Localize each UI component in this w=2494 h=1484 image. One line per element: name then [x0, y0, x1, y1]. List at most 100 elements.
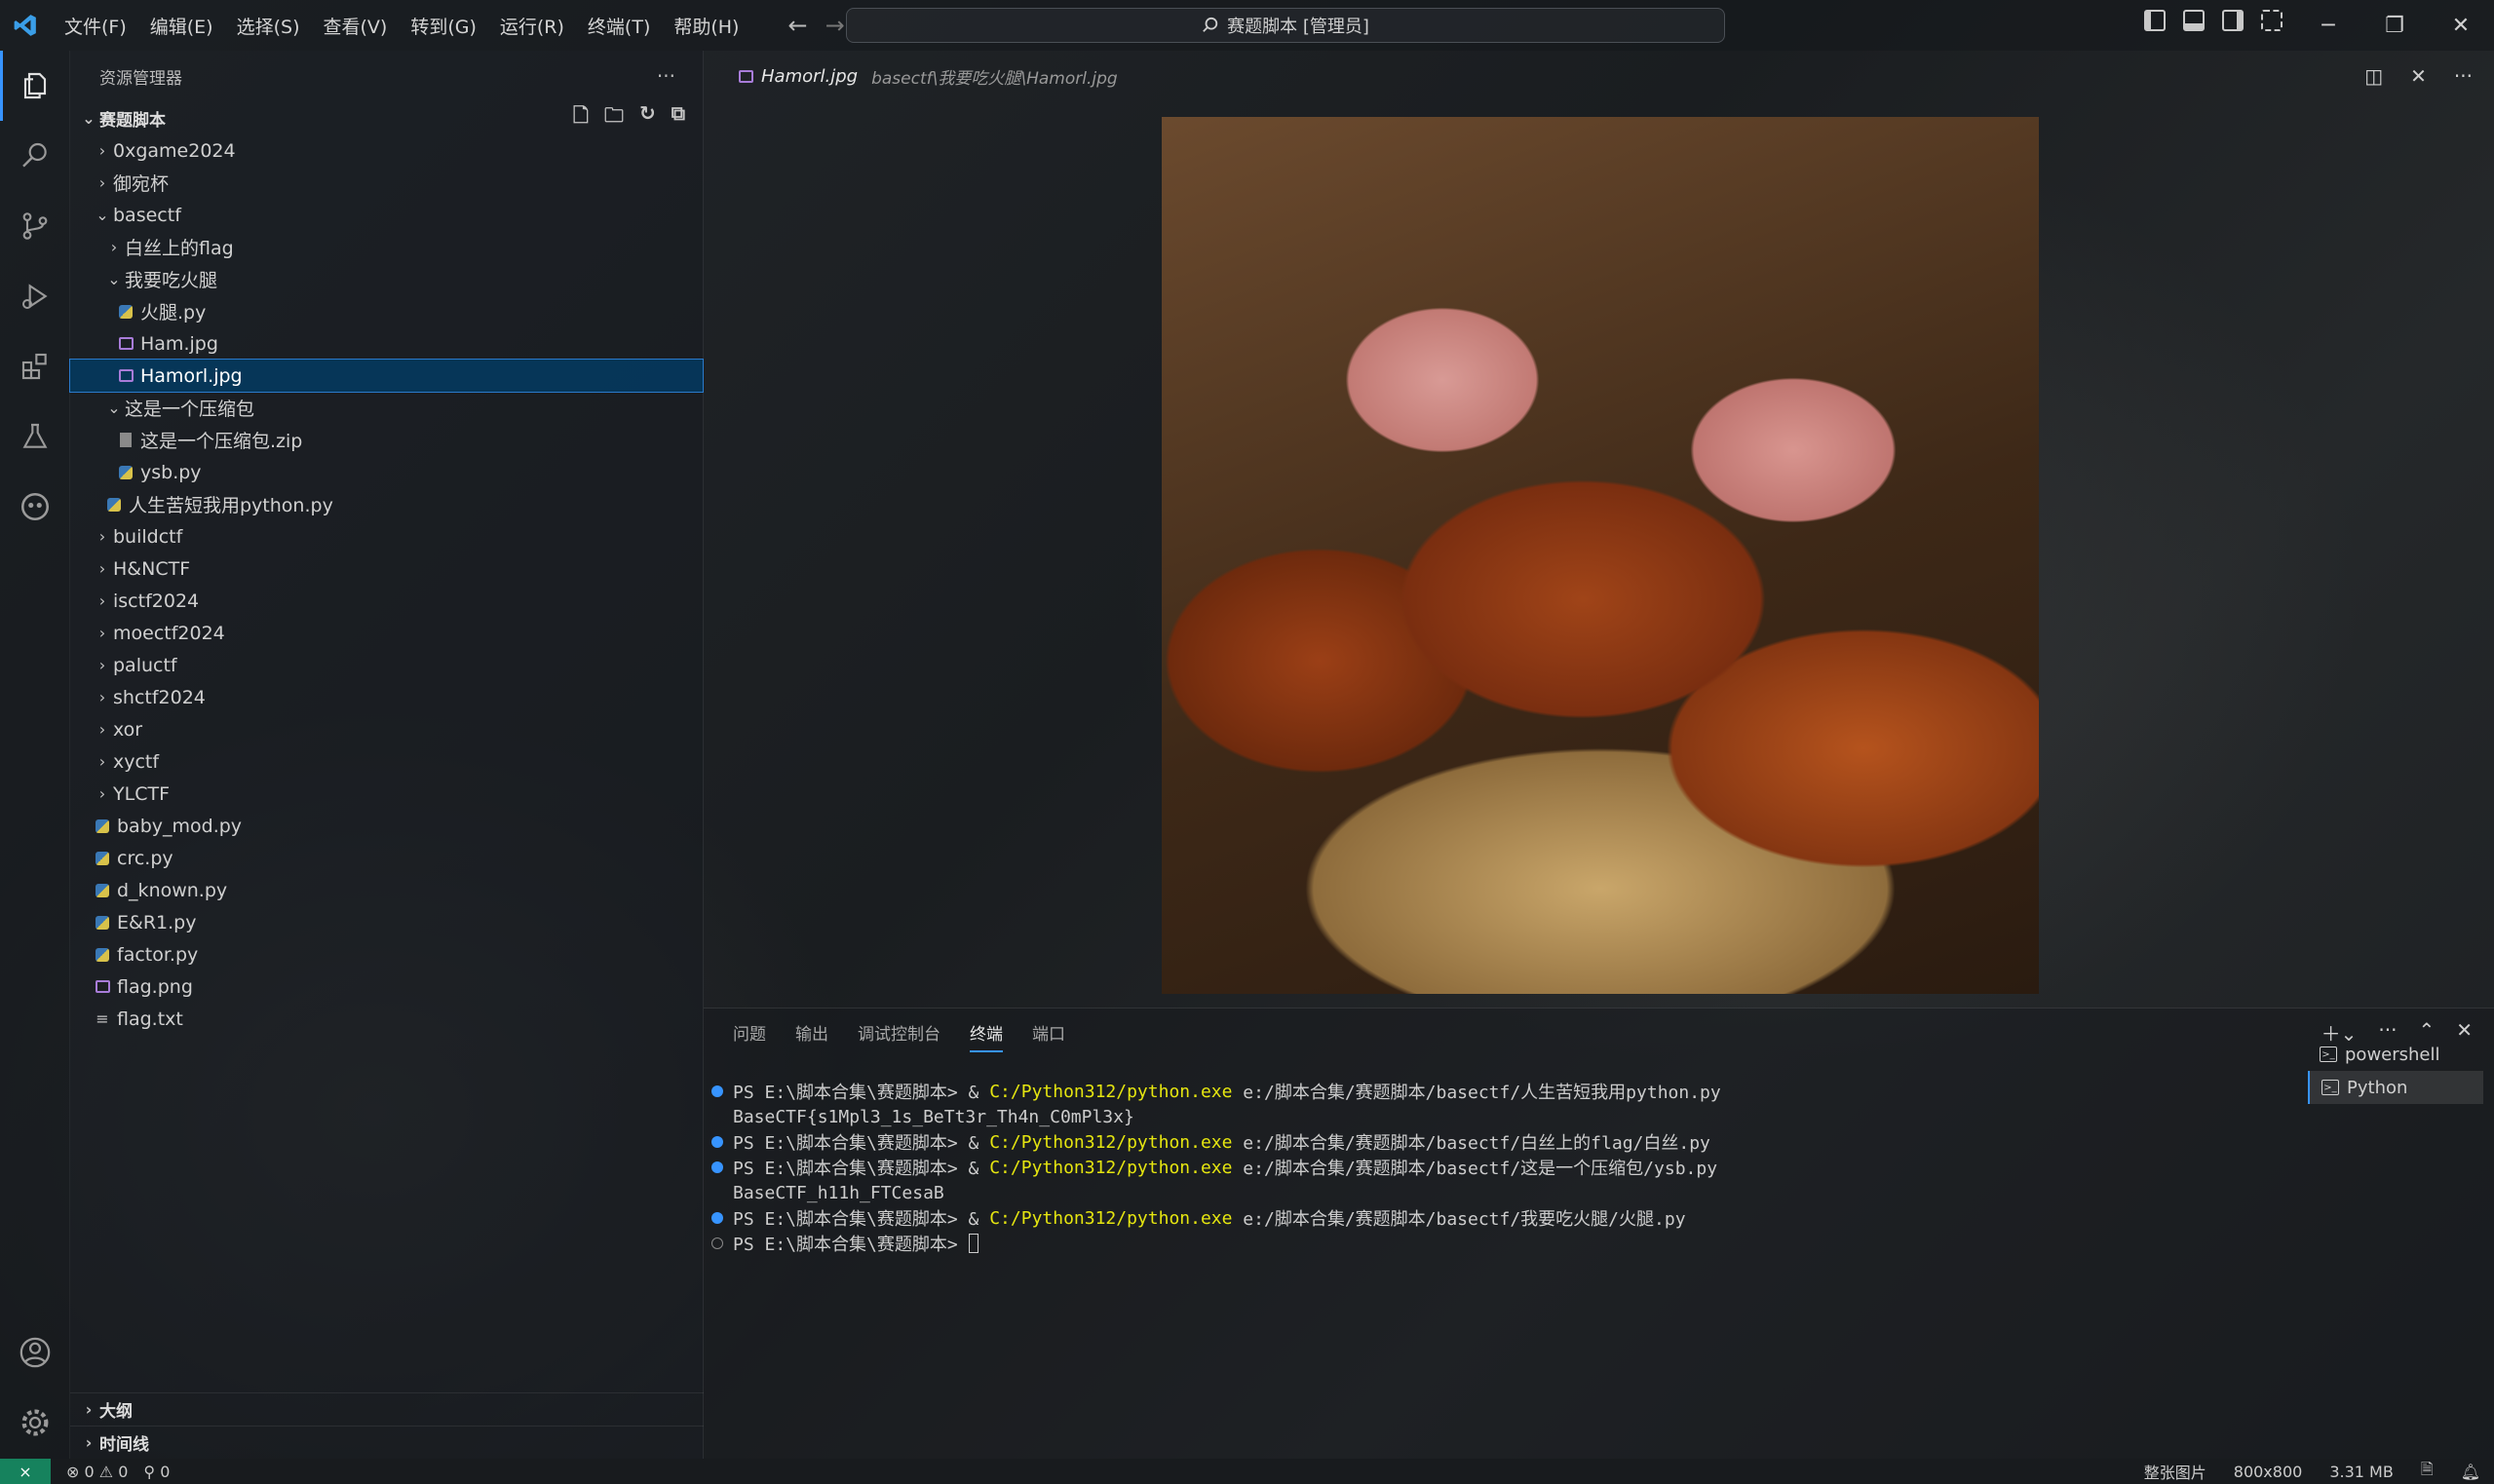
terminal-prompt: PS E:\脚本合集\赛题脚本> &	[733, 1133, 990, 1154]
tree-item[interactable]: › isctf2024	[70, 585, 703, 617]
tree-item-label: Ham.jpg	[140, 332, 218, 355]
menu-item-2[interactable]: 选择(S)	[227, 7, 310, 45]
close-window-icon[interactable]: ✕	[2428, 0, 2494, 51]
tree-item[interactable]: › paluctf	[70, 649, 703, 681]
tree-item[interactable]: › 白丝上的flag	[70, 231, 703, 263]
image-view-mode[interactable]: 整张图片	[2144, 1460, 2206, 1483]
tree-item[interactable]: › 御宛杯	[70, 167, 703, 199]
new-folder-icon[interactable]: 🗀	[604, 101, 624, 134]
tree-item[interactable]: ⌄ 这是一个压缩包	[70, 392, 703, 424]
minimize-icon[interactable]: ─	[2295, 0, 2361, 51]
command-center[interactable]: 赛题脚本 [管理员]	[846, 8, 1725, 43]
explorer-icon[interactable]	[0, 51, 70, 121]
menu-item-5[interactable]: 运行(R)	[490, 7, 574, 45]
back-arrow-icon[interactable]: ←	[787, 12, 807, 39]
remote-indicator-icon[interactable]: ⨯	[0, 1459, 51, 1484]
tree-item[interactable]: › xyctf	[70, 745, 703, 778]
explorer-sidebar: 资源管理器 ··· ⌄ 赛题脚本 🗋 🗀 ↻ ⧉ › 0xgame2024 › 御宛杯…	[69, 51, 704, 1459]
forward-arrow-icon[interactable]: →	[825, 12, 845, 39]
problems-status[interactable]: ⊗ 0 ⚠ 0	[66, 1463, 128, 1481]
menu-item-7[interactable]: 帮助(H)	[664, 7, 748, 45]
panel-tabs: 问题 输出 调试控制台 终端 端口	[733, 1020, 1065, 1052]
settings-gear-icon[interactable]	[0, 1388, 70, 1458]
tree-item[interactable]: › buildctf	[70, 520, 703, 552]
tree-item[interactable]: flag.png	[70, 970, 703, 1003]
chevron-right-icon: ›	[98, 688, 106, 706]
editor-tab-filename[interactable]: Hamorl.jpg	[761, 66, 858, 87]
menu-item-4[interactable]: 转到(G)	[401, 7, 486, 45]
tree-item[interactable]: factor.py	[70, 938, 703, 970]
panel-tab-3[interactable]: 终端	[970, 1020, 1003, 1052]
command-status-dot[interactable]	[711, 1212, 723, 1224]
search-activity-icon[interactable]	[0, 121, 70, 191]
menu-item-6[interactable]: 终端(T)	[578, 7, 660, 45]
tree-item[interactable]: ysb.py	[70, 456, 703, 488]
tree-item[interactable]: ⌄ 我要吃火腿	[70, 263, 703, 295]
testing-flask-icon[interactable]	[0, 401, 70, 472]
refresh-icon[interactable]: ↻	[639, 101, 656, 134]
restore-icon[interactable]: ❐	[2361, 0, 2428, 51]
tree-item[interactable]: baby_mod.py	[70, 810, 703, 842]
nav-arrows: ← →	[787, 12, 844, 39]
tree-item[interactable]: Hamorl.jpg	[69, 359, 704, 393]
close-editor-icon[interactable]: ✕	[2410, 64, 2427, 88]
tree-item[interactable]: d_known.py	[70, 874, 703, 906]
tree-item[interactable]: 火腿.py	[70, 295, 703, 327]
ports-status[interactable]: ⚲ 0	[143, 1463, 170, 1481]
workspace-section-header[interactable]: ⌄ 赛题脚本 🗋 🗀 ↻ ⧉	[70, 101, 703, 134]
panel-tab-2[interactable]: 调试控制台	[858, 1020, 940, 1052]
command-status-dot[interactable]	[711, 1085, 723, 1097]
menu-item-1[interactable]: 编辑(E)	[140, 7, 223, 45]
tree-item[interactable]: ≡ flag.txt	[70, 1003, 703, 1035]
outline-section[interactable]: › 大纲	[70, 1392, 704, 1426]
tree-item[interactable]: E&R1.py	[70, 906, 703, 938]
terminal-line: BaseCTF{s1Mpl3_1s_BeTt3r_Th4n_C0mPl3x}	[711, 1104, 2203, 1129]
panel-tab-0[interactable]: 问题	[733, 1020, 766, 1052]
menu-item-0[interactable]: 文件(F)	[55, 7, 136, 45]
run-debug-icon[interactable]	[0, 261, 70, 331]
tree-item[interactable]: › YLCTF	[70, 778, 703, 810]
tree-item[interactable]: › 0xgame2024	[70, 134, 703, 167]
tree-item[interactable]: › H&NCTF	[70, 552, 703, 585]
toggle-sidebar-icon[interactable]	[2144, 10, 2166, 31]
panel-tab-1[interactable]: 输出	[795, 1020, 828, 1052]
tree-item[interactable]: crc.py	[70, 842, 703, 874]
tree-item-label: ysb.py	[140, 461, 202, 483]
tree-item[interactable]: 人生苦短我用python.py	[70, 488, 703, 520]
tree-item[interactable]: › xor	[70, 713, 703, 745]
tree-item[interactable]: 这是一个压缩包.zip	[70, 424, 703, 456]
editor-more-icon[interactable]: ···	[2454, 64, 2473, 88]
notifications-bell-icon[interactable]: 🔔︎	[2461, 1463, 2480, 1481]
command-center-label: 赛题脚本 [管理员]	[1227, 17, 1369, 37]
split-editor-icon[interactable]: ◫	[2364, 64, 2383, 88]
timeline-section[interactable]: › 时间线	[70, 1426, 704, 1459]
command-status-dot[interactable]	[711, 1161, 723, 1173]
account-icon[interactable]	[0, 1317, 70, 1388]
more-actions-icon[interactable]: ···	[657, 64, 675, 88]
customize-layout-icon[interactable]	[2261, 10, 2283, 31]
tree-item-label: 人生苦短我用python.py	[129, 495, 333, 516]
terminal-instance[interactable]: >_ powershell	[2308, 1038, 2483, 1071]
panel-tab-4[interactable]: 端口	[1032, 1020, 1065, 1052]
image-file-icon	[739, 69, 753, 83]
chevron-right-icon: ›	[85, 1433, 93, 1452]
tree-item[interactable]: › moectf2024	[70, 617, 703, 649]
new-file-icon[interactable]: 🗋	[573, 101, 589, 134]
extensions-icon[interactable]	[0, 331, 70, 401]
tree-item[interactable]: ⌄ basectf	[70, 199, 703, 231]
document-icon[interactable]: 🗎	[2421, 1459, 2434, 1484]
tree-item[interactable]: Ham.jpg	[70, 327, 703, 360]
source-control-icon[interactable]	[0, 191, 70, 261]
toggle-panel-icon[interactable]	[2183, 10, 2205, 31]
image-file-size: 3.31 MB	[2329, 1462, 2394, 1481]
terminal-instance[interactable]: >_ Python	[2308, 1071, 2483, 1104]
command-status-dot[interactable]	[711, 1237, 723, 1249]
py-file-icon	[92, 915, 113, 930]
tree-item[interactable]: › shctf2024	[70, 681, 703, 713]
toggle-secondary-sidebar-icon[interactable]	[2222, 10, 2244, 31]
copilot-icon[interactable]	[0, 472, 70, 542]
command-status-dot[interactable]	[711, 1136, 723, 1148]
terminal-output[interactable]: PS E:\脚本合集\赛题脚本> & C:/Python312/python.e…	[711, 1079, 2203, 1256]
menu-item-3[interactable]: 查看(V)	[314, 7, 398, 45]
collapse-all-icon[interactable]: ⧉	[671, 101, 685, 134]
